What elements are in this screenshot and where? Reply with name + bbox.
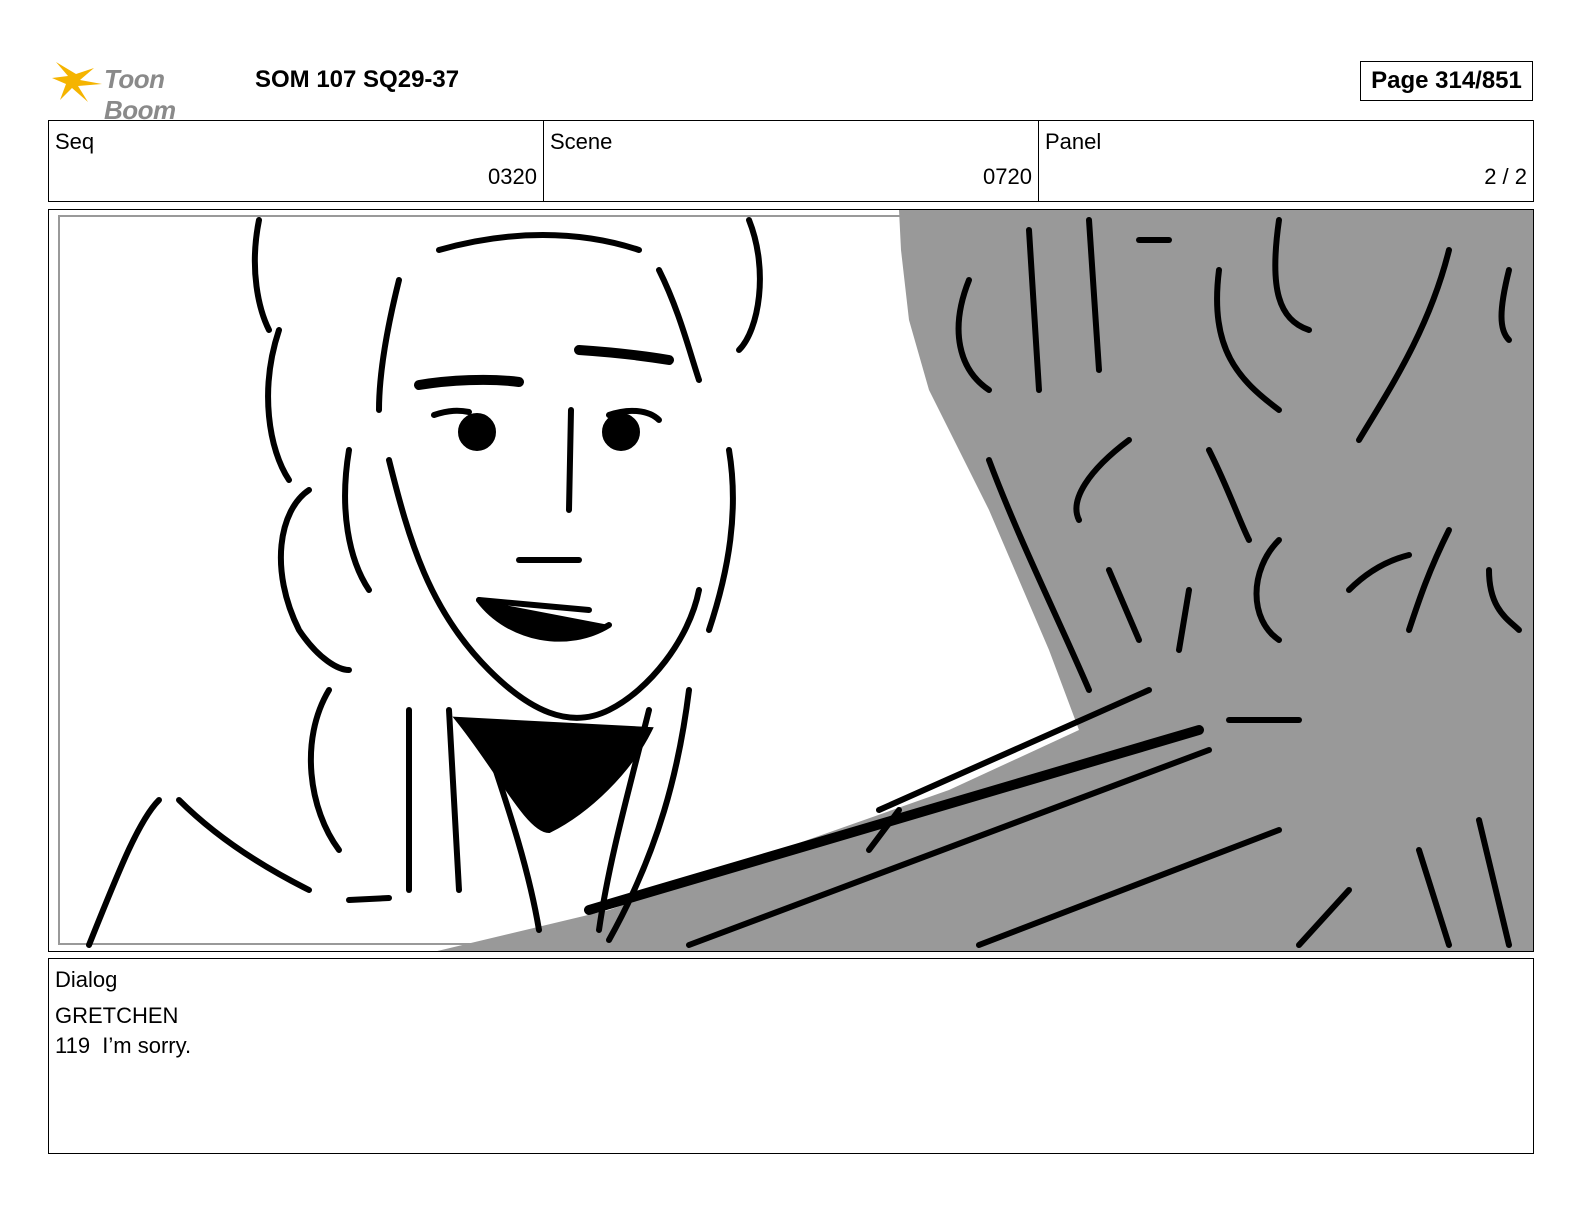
toon-boom-logo: Toon Boom — [50, 54, 240, 125]
dialog-label: Dialog — [55, 967, 118, 992]
seq-cell: Seq 0320 — [49, 121, 544, 201]
scene-cell: Scene 0720 — [544, 121, 1039, 201]
dialog-line: 119 I’m sorry. — [55, 1033, 192, 1058]
star-burst-icon — [52, 62, 102, 102]
dialog-box: Dialog GRETCHEN 119 I’m sorry. — [48, 958, 1534, 1154]
dialog-character: GRETCHEN — [55, 1003, 179, 1028]
sketch-drawing — [58, 210, 1533, 951]
document-title: SOM 107 SQ29-37 — [255, 66, 460, 93]
storyboard-panel — [48, 209, 1534, 952]
seq-value: 0320 — [488, 164, 537, 189]
logo-text: Toon Boom — [104, 64, 176, 125]
panel-value: 2 / 2 — [1484, 164, 1527, 189]
panel-label: Panel — [1045, 129, 1102, 154]
seq-label: Seq — [55, 129, 95, 154]
page-indicator: Page 314/851 — [1360, 61, 1533, 101]
info-row: Seq 0320 Scene 0720 Panel 2 / 2 — [48, 120, 1534, 202]
scene-value: 0720 — [983, 164, 1032, 189]
scene-label: Scene — [550, 129, 613, 154]
panel-cell: Panel 2 / 2 — [1039, 121, 1533, 201]
